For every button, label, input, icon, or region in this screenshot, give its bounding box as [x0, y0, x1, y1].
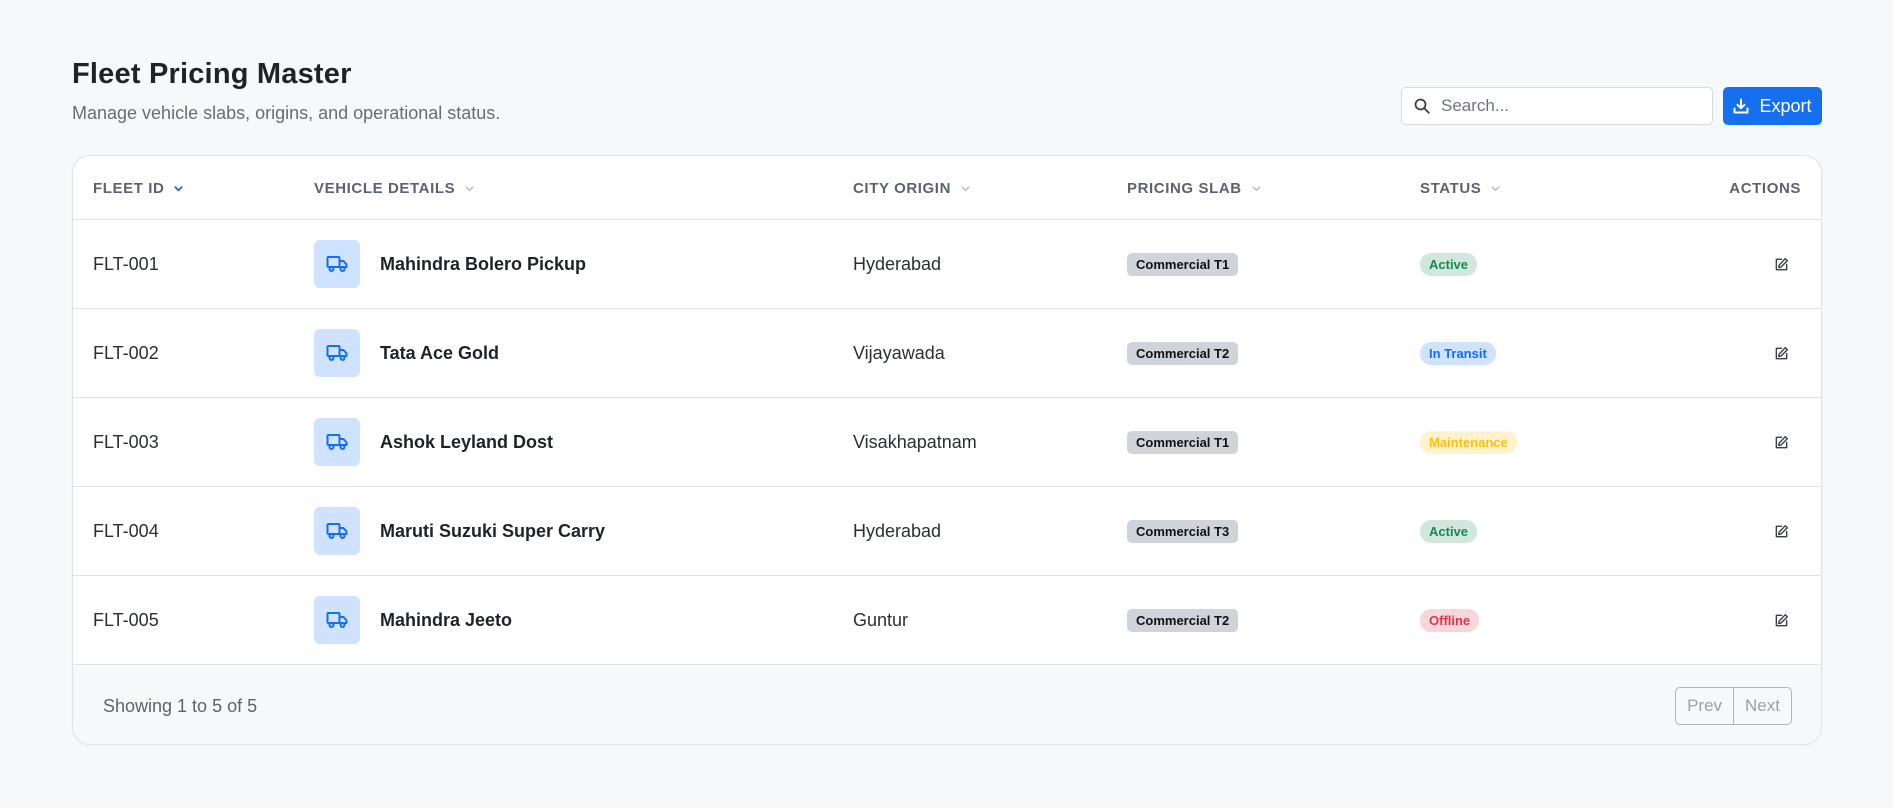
truck-icon	[314, 507, 360, 555]
pricing-slab-badge: Commercial T1	[1127, 252, 1239, 276]
vehicle-details-cell: Mahindra Jeeto	[314, 576, 512, 664]
status-cell: In Transit	[1420, 309, 1496, 397]
edit-row-button[interactable]	[1771, 220, 1791, 308]
column-label-actions: ACTIONS	[1729, 179, 1801, 197]
column-label-fleet-id: FLEET ID	[93, 179, 165, 197]
status-badge: Active	[1420, 519, 1478, 543]
column-header-fleet-id[interactable]: FLEET ID	[93, 156, 184, 220]
vehicle-name: Maruti Suzuki Super Carry	[380, 520, 606, 541]
fleet-table: FLEET ID VEHICLE DETAILS CITY ORIGIN PRI…	[72, 155, 1822, 745]
page-title: Fleet Pricing Master	[72, 58, 352, 90]
status-cell: Active	[1420, 220, 1478, 308]
pagination: Prev Next	[1675, 687, 1792, 725]
status-cell: Offline	[1420, 576, 1480, 664]
table-row[interactable]: FLT-004 Maruti Suzuki Super Carry Hydera…	[73, 487, 1821, 576]
page-subtitle: Manage vehicle slabs, origins, and opera…	[72, 103, 501, 123]
truck-icon	[314, 596, 360, 644]
column-label-status: STATUS	[1420, 179, 1482, 197]
export-label: Export	[1759, 95, 1812, 116]
fleet-id-cell: FLT-001	[93, 253, 159, 274]
column-header-city-origin[interactable]: CITY ORIGIN	[853, 156, 971, 220]
table-row[interactable]: FLT-001 Mahindra Bolero Pickup Hyderabad…	[73, 220, 1821, 309]
city-origin-cell: Guntur	[853, 609, 909, 630]
pricing-slab-cell: Commercial T3	[1127, 487, 1239, 575]
column-header-actions: ACTIONS	[1729, 156, 1801, 220]
pricing-slab-cell: Commercial T1	[1127, 398, 1239, 486]
status-badge: Active	[1420, 252, 1478, 276]
vehicle-name: Mahindra Bolero Pickup	[380, 253, 587, 274]
fleet-id-cell: FLT-004	[93, 520, 159, 541]
column-header-status[interactable]: STATUS	[1420, 156, 1501, 220]
table-row[interactable]: FLT-003 Ashok Leyland Dost Visakhapatnam…	[73, 398, 1821, 487]
status-cell: Maintenance	[1420, 398, 1517, 486]
vehicle-details-cell: Maruti Suzuki Super Carry	[314, 487, 605, 575]
search-box[interactable]	[1401, 87, 1713, 125]
edit-icon	[1775, 346, 1788, 359]
export-button[interactable]: Export	[1723, 87, 1822, 125]
status-badge: In Transit	[1420, 341, 1496, 365]
pricing-slab-cell: Commercial T2	[1127, 309, 1239, 397]
column-header-vehicle-details[interactable]: VEHICLE DETAILS	[314, 156, 475, 220]
column-header-pricing-slab[interactable]: PRICING SLAB	[1127, 156, 1262, 220]
chevron-down-icon	[961, 185, 970, 191]
table-header: FLEET ID VEHICLE DETAILS CITY ORIGIN PRI…	[73, 156, 1821, 220]
table-footer: Showing 1 to 5 of 5 Prev Next	[73, 666, 1821, 744]
table-row[interactable]: FLT-002 Tata Ace Gold Vijayawada Commerc…	[73, 309, 1821, 398]
pricing-slab-cell: Commercial T1	[1127, 220, 1239, 308]
status-badge: Maintenance	[1420, 430, 1517, 454]
pricing-slab-cell: Commercial T2	[1127, 576, 1239, 664]
search-input[interactable]	[1441, 96, 1701, 116]
fleet-pricing-page: Fleet Pricing Master Manage vehicle slab…	[0, 0, 1893, 808]
next-page-button[interactable]: Next	[1733, 688, 1791, 724]
chevron-down-icon	[174, 185, 184, 191]
city-origin-cell: Hyderabad	[853, 253, 942, 274]
vehicle-name: Tata Ace Gold	[380, 342, 500, 363]
edit-row-button[interactable]	[1771, 398, 1791, 486]
vehicle-name: Mahindra Jeeto	[380, 609, 513, 630]
vehicle-details-cell: Mahindra Bolero Pickup	[314, 220, 586, 308]
pricing-slab-badge: Commercial T3	[1127, 519, 1239, 543]
fleet-id-cell: FLT-003	[93, 431, 159, 452]
status-cell: Active	[1420, 487, 1478, 575]
edit-icon	[1775, 435, 1788, 448]
pricing-slab-badge: Commercial T2	[1127, 341, 1239, 365]
search-icon	[1414, 98, 1430, 114]
edit-row-button[interactable]	[1771, 487, 1791, 575]
pricing-slab-badge: Commercial T1	[1127, 430, 1239, 454]
table-row[interactable]: FLT-005 Mahindra Jeeto Guntur Commercial…	[73, 576, 1821, 665]
vehicle-details-cell: Ashok Leyland Dost	[314, 398, 553, 486]
city-origin-cell: Vijayawada	[853, 342, 945, 363]
download-icon	[1733, 98, 1749, 114]
edit-row-button[interactable]	[1771, 309, 1791, 397]
truck-icon	[314, 418, 360, 466]
fleet-id-cell: FLT-005	[93, 609, 159, 630]
chevron-down-icon	[465, 185, 474, 191]
edit-row-button[interactable]	[1771, 576, 1791, 664]
column-label-vehicle-details: VEHICLE DETAILS	[314, 179, 456, 197]
prev-page-button[interactable]: Prev	[1676, 688, 1733, 724]
edit-icon	[1775, 524, 1788, 537]
edit-icon	[1775, 257, 1788, 270]
column-label-pricing-slab: PRICING SLAB	[1127, 179, 1242, 197]
chevron-down-icon	[1491, 185, 1500, 191]
vehicle-details-cell: Tata Ace Gold	[314, 309, 499, 397]
column-label-city-origin: CITY ORIGIN	[853, 179, 951, 197]
status-badge: Offline	[1420, 608, 1480, 632]
edit-icon	[1775, 613, 1788, 626]
pagination-summary: Showing 1 to 5 of 5	[103, 695, 258, 716]
city-origin-cell: Visakhapatnam	[853, 431, 977, 452]
chevron-down-icon	[1252, 185, 1261, 191]
fleet-id-cell: FLT-002	[93, 342, 159, 363]
city-origin-cell: Hyderabad	[853, 520, 942, 541]
truck-icon	[314, 329, 360, 377]
truck-icon	[314, 240, 360, 288]
vehicle-name: Ashok Leyland Dost	[380, 431, 554, 452]
pricing-slab-badge: Commercial T2	[1127, 608, 1239, 632]
